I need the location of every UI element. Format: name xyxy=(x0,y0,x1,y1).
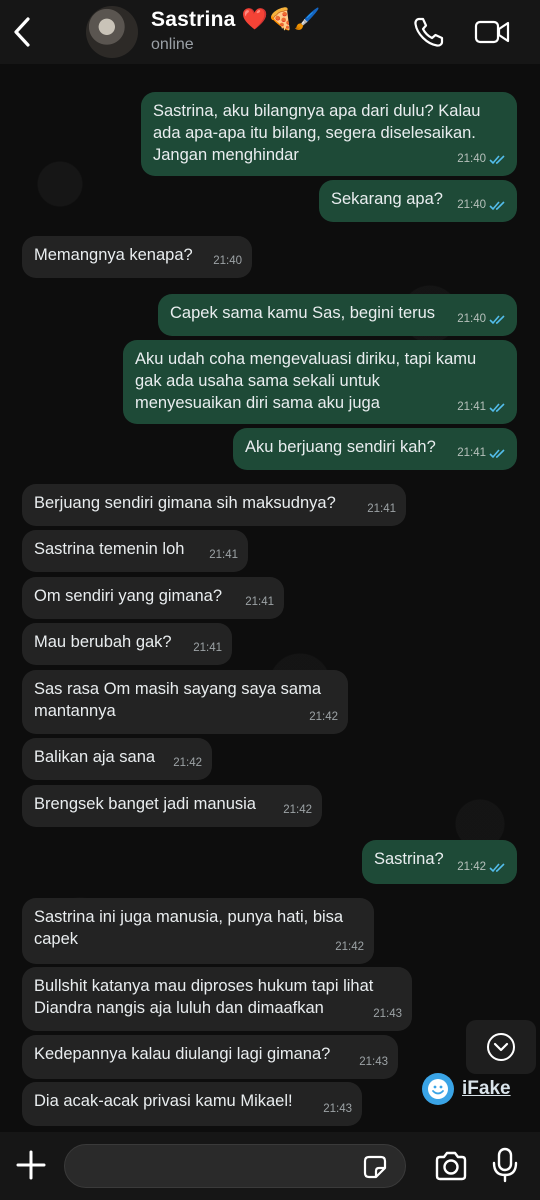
message-time: 21:42 xyxy=(309,711,338,723)
message-bubble[interactable]: Balikan aja sana 21:42 xyxy=(22,738,212,780)
scroll-to-bottom-button[interactable] xyxy=(466,1020,536,1074)
message-bubble[interactable]: Brengsek banget jadi manusia 21:42 xyxy=(22,785,322,827)
composer-bar xyxy=(0,1132,540,1200)
plus-icon[interactable] xyxy=(14,1148,48,1182)
chevron-down-circle-icon xyxy=(487,1033,515,1061)
message-time: 21:40 xyxy=(213,255,242,267)
message-text: Sas rasa Om masih sayang saya sama manta… xyxy=(34,680,322,720)
message-bubble[interactable]: Capek sama kamu Sas, begini terus 21:40 xyxy=(158,294,517,336)
message-time: 21:42 xyxy=(173,757,202,769)
read-ticks-icon xyxy=(489,154,505,164)
message-time: 21:41 xyxy=(457,447,486,459)
avatar[interactable] xyxy=(86,6,138,58)
message-time: 21:41 xyxy=(457,401,486,413)
message-time: 21:42 xyxy=(283,804,312,816)
message-text: Sastrina, aku bilangnya apa dari dulu? K… xyxy=(153,102,481,164)
sticker-icon[interactable] xyxy=(362,1154,388,1180)
message-time: 21:40 xyxy=(457,199,486,211)
ifake-watermark: iFake xyxy=(422,1072,511,1106)
read-ticks-icon xyxy=(489,200,505,210)
message-text: Berjuang sendiri gimana sih maksudnya? xyxy=(34,494,336,512)
camera-icon[interactable] xyxy=(434,1149,468,1183)
message-input[interactable] xyxy=(64,1144,406,1188)
message-text: Aku udah coha mengevaluasi diriku, tapi … xyxy=(135,350,477,412)
message-text: Bullshit katanya mau diproses hukum tapi… xyxy=(34,977,374,1017)
contact-name[interactable]: Sastrina ❤️🍕🖌️ xyxy=(151,8,321,32)
message-text: Mau berubah gak? xyxy=(34,633,172,651)
message-time: 21:43 xyxy=(373,1008,402,1020)
message-bubble[interactable]: Sekarang apa? 21:40 xyxy=(319,180,517,222)
message-bubble[interactable]: Berjuang sendiri gimana sih maksudnya? 2… xyxy=(22,484,406,526)
message-time: 21:43 xyxy=(359,1056,388,1068)
read-ticks-icon xyxy=(489,402,505,412)
message-bubble[interactable]: Sastrina? 21:42 xyxy=(362,840,517,884)
message-bubble[interactable]: Aku udah coha mengevaluasi diriku, tapi … xyxy=(123,340,517,424)
chevron-left-icon[interactable] xyxy=(8,14,38,50)
message-bubble[interactable]: Sastrina ini juga manusia, punya hati, b… xyxy=(22,898,374,964)
message-bubble[interactable]: Sastrina temenin loh 21:41 xyxy=(22,530,248,572)
message-time: 21:43 xyxy=(323,1103,352,1115)
message-bubble[interactable]: Bullshit katanya mau diproses hukum tapi… xyxy=(22,967,412,1031)
microphone-icon[interactable] xyxy=(490,1147,520,1183)
message-list[interactable]: Sastrina, aku bilangnya apa dari dulu? K… xyxy=(0,64,540,1132)
message-time: 21:41 xyxy=(193,642,222,654)
message-time: 21:42 xyxy=(335,941,364,953)
message-text: Kedepannya kalau diulangi lagi gimana? xyxy=(34,1045,331,1063)
read-ticks-icon xyxy=(489,862,505,872)
message-bubble[interactable]: Sas rasa Om masih sayang saya sama manta… xyxy=(22,670,348,734)
message-bubble[interactable]: Kedepannya kalau diulangi lagi gimana? 2… xyxy=(22,1035,398,1079)
message-text: Om sendiri yang gimana? xyxy=(34,587,223,605)
smiley-icon xyxy=(422,1073,454,1105)
message-time: 21:42 xyxy=(457,861,486,873)
chat-header: Sastrina ❤️🍕🖌️ online xyxy=(0,0,540,64)
message-time: 21:41 xyxy=(209,549,238,561)
message-bubble[interactable]: Memangnya kenapa? 21:40 xyxy=(22,236,252,278)
message-text: Dia acak-acak privasi kamu Mikael! xyxy=(34,1092,293,1110)
message-time: 21:40 xyxy=(457,153,486,165)
message-bubble[interactable]: Om sendiri yang gimana? 21:41 xyxy=(22,577,284,619)
read-ticks-icon xyxy=(489,448,505,458)
message-time: 21:41 xyxy=(245,596,274,608)
contact-status: online xyxy=(151,36,194,53)
message-bubble[interactable]: Aku berjuang sendiri kah? 21:41 xyxy=(233,428,517,470)
message-time: 21:41 xyxy=(367,503,396,515)
message-text: Brengsek banget jadi manusia xyxy=(34,795,256,813)
ifake-label: iFake xyxy=(462,1078,511,1099)
message-bubble[interactable]: Mau berubah gak? 21:41 xyxy=(22,623,232,665)
message-text: Sastrina temenin loh xyxy=(34,540,185,558)
message-bubble[interactable]: Sastrina, aku bilangnya apa dari dulu? K… xyxy=(141,92,517,176)
phone-icon[interactable] xyxy=(411,14,447,50)
message-text: Sastrina ini juga manusia, punya hati, b… xyxy=(34,908,344,948)
read-ticks-icon xyxy=(489,314,505,324)
message-text: Capek sama kamu Sas, begini terus xyxy=(170,304,436,322)
video-camera-icon[interactable] xyxy=(474,14,510,50)
message-text: Memangnya kenapa? xyxy=(34,246,193,264)
message-bubble[interactable]: Dia acak-acak privasi kamu Mikael! 21:43 xyxy=(22,1082,362,1126)
message-time: 21:40 xyxy=(457,313,486,325)
